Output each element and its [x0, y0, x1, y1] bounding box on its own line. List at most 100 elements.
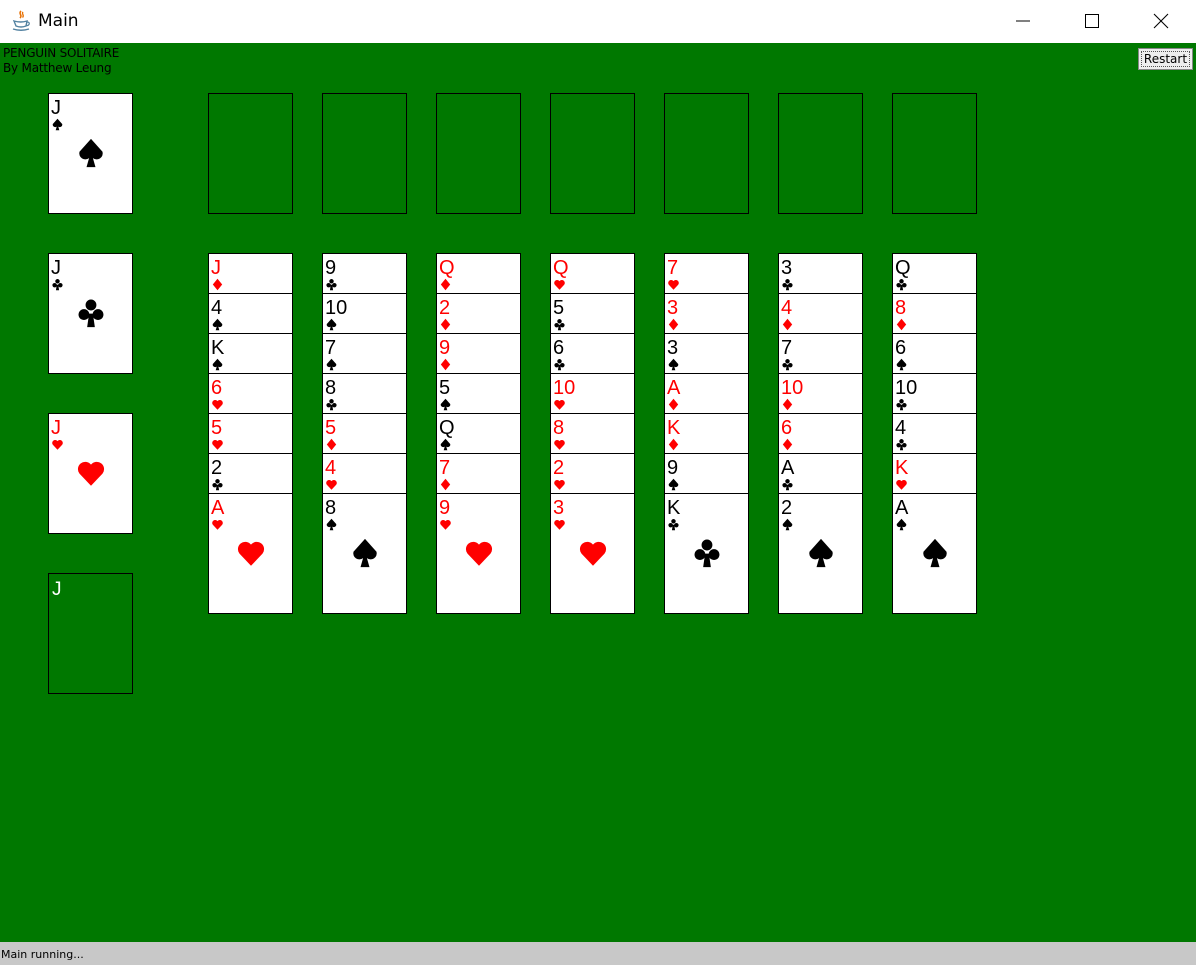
- card-rank: 3: [667, 337, 679, 359]
- tableau-card[interactable]: A: [892, 493, 977, 614]
- club-suit-icon: [896, 399, 907, 411]
- game-author-line: By Matthew Leung: [3, 61, 112, 75]
- spade-suit-icon: [326, 358, 337, 371]
- heart-suit-icon: [668, 279, 679, 290]
- foundation-card[interactable]: J: [48, 413, 133, 534]
- card-rank: 6: [895, 337, 907, 359]
- club-suit-icon: [694, 539, 720, 568]
- diamond-suit-icon: [668, 318, 679, 331]
- spade-suit-icon: [668, 358, 679, 371]
- foundation-slot[interactable]: J: [48, 573, 133, 694]
- heart-suit-icon: [237, 541, 265, 566]
- card-rank: 7: [439, 457, 451, 479]
- diamond-suit-icon: [440, 318, 451, 331]
- restart-button[interactable]: Restart: [1138, 48, 1193, 70]
- free-cell-slot[interactable]: [778, 93, 863, 214]
- club-suit-icon: [326, 399, 337, 411]
- card-rank: Q: [895, 257, 911, 279]
- card-rank: A: [211, 497, 225, 519]
- card-rank: 7: [781, 337, 793, 359]
- spade-suit-icon: [668, 478, 679, 491]
- card-rank: 5: [211, 417, 223, 439]
- window-titlebar: Main: [0, 0, 1196, 43]
- spade-suit-icon: [52, 118, 63, 131]
- foundation-card[interactable]: J: [48, 253, 133, 374]
- card-rank: 3: [667, 297, 679, 319]
- heart-suit-icon: [554, 439, 565, 450]
- diamond-suit-icon: [440, 478, 451, 491]
- diamond-suit-icon: [668, 398, 679, 411]
- game-board: PENGUIN SOLITAIRE By Matthew Leung Resta…: [0, 43, 1196, 942]
- card-rank: 3: [553, 497, 565, 519]
- diamond-suit-icon: [896, 318, 907, 331]
- heart-suit-icon: [212, 519, 223, 530]
- status-text: Main running...: [1, 948, 84, 961]
- free-cell-slot[interactable]: [208, 93, 293, 214]
- game-title-line: PENGUIN SOLITAIRE: [3, 46, 120, 60]
- card-rank: 10: [781, 377, 804, 399]
- spade-suit-icon: [440, 398, 451, 411]
- maximize-icon: [1085, 14, 1099, 28]
- heart-suit-icon: [554, 399, 565, 410]
- club-suit-icon: [896, 279, 907, 291]
- diamond-suit-icon: [668, 438, 679, 451]
- heart-suit-icon: [554, 519, 565, 530]
- spade-suit-icon: [326, 318, 337, 331]
- spade-suit-icon: [79, 138, 103, 168]
- card-rank: Q: [553, 257, 569, 279]
- tableau-card[interactable]: 2: [778, 493, 863, 614]
- minimize-icon: [1016, 20, 1030, 22]
- heart-suit-icon: [896, 479, 907, 490]
- card-rank: 10: [895, 377, 918, 399]
- card-rank: A: [895, 497, 909, 519]
- card-rank: 9: [439, 337, 451, 359]
- club-suit-icon: [52, 279, 63, 291]
- card-rank: K: [211, 337, 225, 359]
- heart-suit-icon: [554, 279, 565, 290]
- spade-suit-icon: [440, 438, 451, 451]
- card-rank: 2: [439, 297, 451, 319]
- tableau-card[interactable]: 8: [322, 493, 407, 614]
- restart-label: Restart: [1141, 51, 1190, 67]
- card-rank: 4: [325, 457, 337, 479]
- card-rank: Q: [439, 257, 455, 279]
- spade-suit-icon: [782, 518, 793, 531]
- heart-suit-icon: [579, 541, 607, 566]
- club-suit-icon: [554, 359, 565, 371]
- card-rank: 4: [781, 297, 793, 319]
- free-cell-slot[interactable]: [436, 93, 521, 214]
- card-rank: K: [667, 417, 681, 439]
- card-rank: K: [667, 497, 681, 519]
- foundation-slot-label: J: [52, 579, 62, 600]
- spade-suit-icon: [923, 538, 947, 568]
- card-rank: K: [895, 457, 909, 479]
- close-button[interactable]: [1138, 0, 1184, 43]
- club-suit-icon: [896, 439, 907, 451]
- maximize-button[interactable]: [1069, 0, 1115, 43]
- card-rank: 8: [325, 377, 337, 399]
- tableau-card[interactable]: A: [208, 493, 293, 614]
- window-title: Main: [38, 11, 79, 31]
- diamond-suit-icon: [440, 358, 451, 371]
- card-rank: 10: [553, 377, 576, 399]
- tableau-card[interactable]: 3: [550, 493, 635, 614]
- free-cell-slot[interactable]: [892, 93, 977, 214]
- free-cell-slot[interactable]: [322, 93, 407, 214]
- card-rank: 7: [325, 337, 337, 359]
- heart-suit-icon: [326, 479, 337, 490]
- diamond-suit-icon: [326, 438, 337, 451]
- minimize-button[interactable]: [1000, 0, 1046, 43]
- card-rank: 10: [325, 297, 348, 319]
- free-cell-slot[interactable]: [550, 93, 635, 214]
- club-suit-icon: [668, 519, 679, 531]
- tableau-card[interactable]: K: [664, 493, 749, 614]
- diamond-suit-icon: [212, 278, 223, 291]
- card-rank: J: [211, 257, 221, 279]
- free-cell-slot[interactable]: [664, 93, 749, 214]
- card-rank: 9: [325, 257, 337, 279]
- card-rank: 9: [439, 497, 451, 519]
- card-rank: A: [667, 377, 681, 399]
- club-suit-icon: [554, 319, 565, 331]
- tableau-card[interactable]: 9: [436, 493, 521, 614]
- foundation-card[interactable]: J: [48, 93, 133, 214]
